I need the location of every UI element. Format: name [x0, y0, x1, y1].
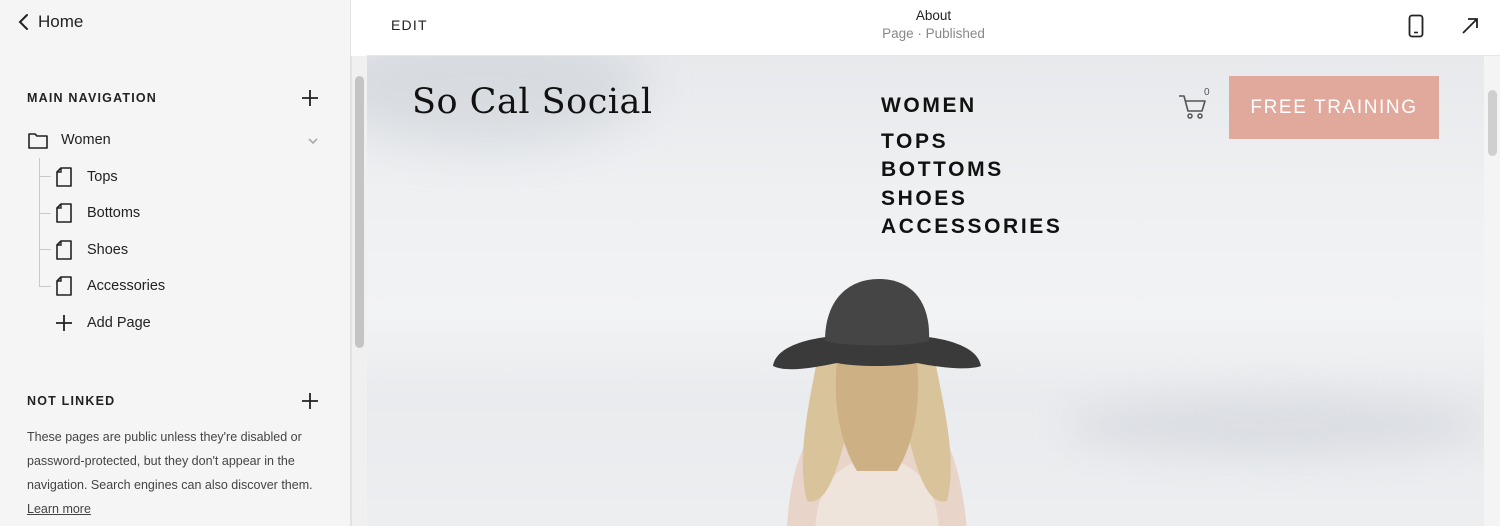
- nav-page-label: Accessories: [87, 278, 166, 295]
- add-main-nav-button[interactable]: [300, 88, 320, 108]
- page-title: About: [915, 8, 952, 23]
- cart-count: 0: [1204, 87, 1210, 98]
- sidebar-scrollbar-thumb[interactable]: [355, 76, 364, 348]
- nav-page-label: Bottoms: [87, 205, 141, 222]
- nav-page-label: Shoes: [87, 241, 129, 258]
- nav-folder-label: Women: [61, 132, 111, 149]
- chevron-down-icon[interactable]: [306, 134, 320, 148]
- site-nav-bottoms[interactable]: BOTTOMS: [881, 156, 1062, 184]
- page-icon: [54, 239, 74, 261]
- folder-icon: [28, 129, 48, 151]
- page-icon: [54, 275, 74, 297]
- main-navigation-header: MAIN NAVIGATION: [27, 88, 320, 108]
- not-linked-description: These pages are public unless they're di…: [27, 425, 327, 521]
- site-nav-shoes[interactable]: SHOES: [881, 185, 1062, 213]
- page-status: Page · Published: [882, 26, 985, 41]
- not-linked-title: NOT LINKED: [27, 394, 116, 408]
- preview-scrollbar[interactable]: [1484, 56, 1500, 526]
- not-linked-description-text: These pages are public unless they're di…: [27, 430, 313, 492]
- nav-folder-women[interactable]: Women: [0, 122, 350, 159]
- site-nav-tops[interactable]: TOPS: [881, 128, 1062, 156]
- back-home-label: Home: [38, 12, 84, 31]
- pages-sidebar: Home MAIN NAVIGATION Women Tops Bottoms …: [0, 0, 351, 526]
- site-preview[interactable]: So Cal Social WOMEN TOPS BOTTOMS SHOES A…: [367, 56, 1484, 526]
- nav-page-shoes[interactable]: Shoes: [0, 232, 350, 269]
- not-linked-header: NOT LINKED: [27, 391, 320, 411]
- page-icon: [54, 166, 74, 188]
- page-icon: [54, 202, 74, 224]
- learn-more-link[interactable]: Learn more: [27, 502, 91, 516]
- site-navigation: WOMEN TOPS BOTTOMS SHOES ACCESSORIES: [881, 94, 1062, 241]
- editor-topbar: EDIT About Page · Published: [367, 0, 1500, 56]
- mobile-preview-icon[interactable]: [1403, 13, 1429, 39]
- sky-cloud: [1067, 396, 1484, 456]
- preview-scrollbar-thumb[interactable]: [1488, 90, 1497, 156]
- expand-icon[interactable]: [1457, 13, 1483, 39]
- add-page-button[interactable]: Add Page: [0, 305, 350, 342]
- sidebar-scrollbar[interactable]: [351, 56, 367, 526]
- chevron-left-icon: [18, 14, 28, 30]
- plus-icon: [302, 90, 318, 106]
- add-page-label: Add Page: [87, 314, 151, 331]
- nav-page-tops[interactable]: Tops: [0, 159, 350, 196]
- site-title[interactable]: So Cal Social: [412, 82, 653, 122]
- add-not-linked-button[interactable]: [300, 391, 320, 411]
- main-navigation-tree: Women Tops Bottoms Shoes Accessories Add…: [0, 122, 350, 342]
- nav-page-label: Tops: [87, 168, 118, 185]
- main-navigation-title: MAIN NAVIGATION: [27, 91, 158, 105]
- free-training-button[interactable]: FREE TRAINING: [1229, 76, 1439, 139]
- nav-page-accessories[interactable]: Accessories: [0, 268, 350, 305]
- plus-icon: [54, 312, 74, 334]
- site-nav-accessories[interactable]: ACCESSORIES: [881, 213, 1062, 241]
- plus-icon: [302, 393, 318, 409]
- back-home-link[interactable]: Home: [16, 12, 83, 32]
- site-nav-women[interactable]: WOMEN: [881, 94, 1062, 118]
- hero-photo-woman: [773, 279, 981, 526]
- nav-page-bottoms[interactable]: Bottoms: [0, 195, 350, 232]
